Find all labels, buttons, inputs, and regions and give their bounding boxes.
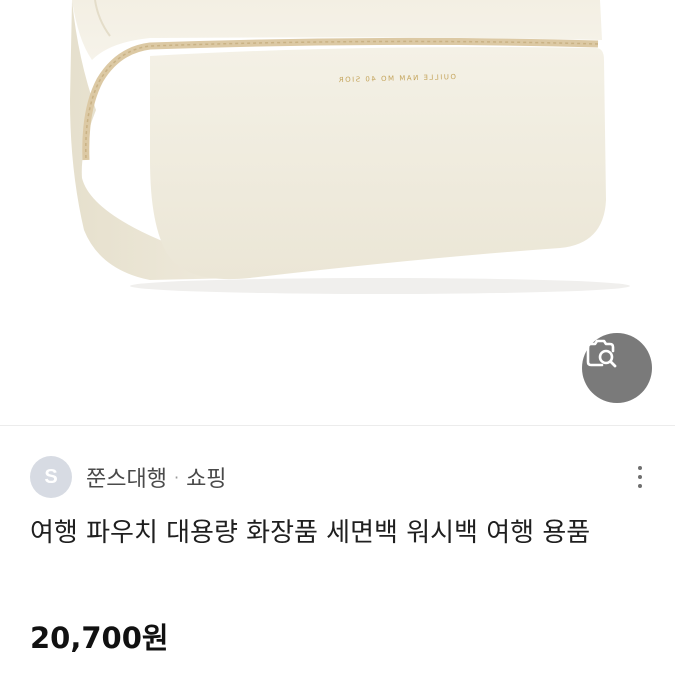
- source-avatar: S: [30, 456, 72, 498]
- product-title[interactable]: 여행 파우치 대용량 화장품 세면백 워시백 여행 용품: [30, 512, 650, 554]
- separator-dot: ·: [173, 467, 180, 487]
- more-vertical-icon: [638, 466, 642, 470]
- shopping-result-card[interactable]: OUILLE NAM MO 40 SIOR S 쭌스대행 · 쇼핑 여행 파우치…: [0, 0, 675, 675]
- more-options-button[interactable]: [630, 458, 650, 496]
- source-category: 쇼핑: [186, 467, 227, 492]
- pouch-illustration: [70, 0, 630, 294]
- section-divider: [0, 425, 675, 426]
- source-row[interactable]: S 쭌스대행 · 쇼핑: [30, 454, 660, 500]
- visual-search-button[interactable]: [582, 333, 652, 403]
- product-price: 20,700원: [30, 621, 169, 655]
- source-name[interactable]: 쭌스대행: [86, 461, 167, 493]
- visual-search-icon: [586, 339, 617, 368]
- product-image[interactable]: OUILLE NAM MO 40 SIOR: [0, 0, 675, 425]
